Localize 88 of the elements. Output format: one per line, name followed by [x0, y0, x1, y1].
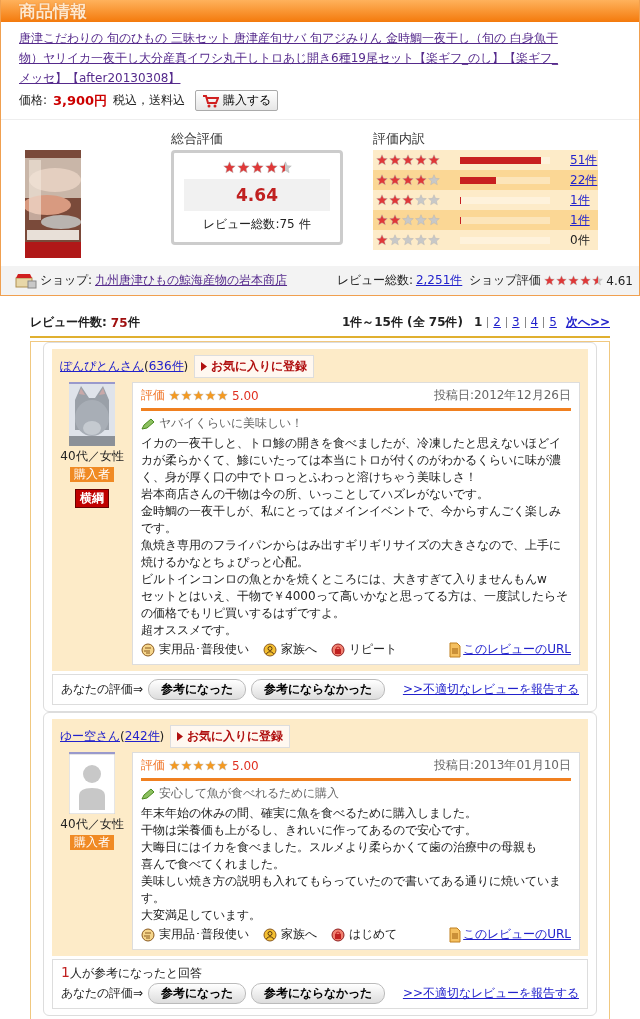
- price-note: 税込，送料込: [113, 92, 186, 109]
- vote-button[interactable]: 参考になった: [148, 679, 247, 700]
- play-icon: [177, 732, 184, 741]
- review-total: レビュー総数:75 件: [203, 216, 311, 233]
- review-count-link[interactable]: 242件: [124, 728, 160, 745]
- product-link[interactable]: 唐津こだわりの 旬のひもの 三昧セット 唐津産旬サバ 旬アジみりん 金時鯛一夜干し（旬の 白身魚干物）ヤリイカ一夜干し大分産真イワシ丸干しトロあじ開き6種19尾セット【楽ギフ_のし】【楽ギフ_メッセ】【after20130308】: [19, 28, 559, 88]
- helpful-count: 1人が参考になったと回答: [61, 964, 203, 982]
- page-link[interactable]: 3: [505, 317, 525, 328]
- review-body: イカの一夜干しと、トロ鯵の開きを食べましたが、冷凍したと思えないほどイカが柔らかくて、鯵にいたっては本当にトロが付くのがわかるくらいに味が濃く、身が厚く口の中でトロっとふわっと溶けちゃう美味しさ！ 岩本商店さんの干物は今の所、いっことしてハズレがないです。 金時鯛の一夜干しが、私にとってはメインイベントで、今からすんごく楽しみです。 魚焼き専用のフライパンからはみ出すギリギリサイズの大きさなので、上手に焼けるかなとちょぴっと心配。 ビルトインコンロの魚とかを焼くところには、大きすぎて入りませんもんw セットとはいえ、干物で￥4000って高いかなと思ってる方は、一度試したらその価格でもリピ買いするはずですよ。 超オススメです。: [141, 435, 569, 639]
- vote-button[interactable]: 参考にならなかった: [251, 679, 386, 700]
- purpose-tag: 家族へ: [281, 641, 317, 658]
- parenthesis: (: [144, 359, 149, 374]
- count-link[interactable]: 1件: [570, 211, 590, 229]
- reviewer-demographic: 40代／女性: [60, 816, 124, 833]
- shop-link[interactable]: 九州唐津ひもの鯨海産物の岩本商店: [95, 272, 288, 289]
- document-icon: [449, 641, 462, 658]
- review-body: 年末年始の休みの間、確実に魚を食べるために購入しました。 干物は栄養価も上がるし、きれいに作ってあるので安心です。 大晦日にはイカを食べました。スルメより柔らかくて歯の治療中の母親も 喜んで食べてくれました。 美味しい焼き方の説明も入れてもらっていたので書いてある通りに焼いています。 大変満足しています。: [141, 805, 562, 924]
- favorite-button[interactable]: お気に入りに登録: [170, 725, 291, 748]
- hand-icon: [141, 642, 155, 657]
- favorite-button[interactable]: お気に入りに登録: [194, 355, 315, 378]
- count-link[interactable]: 51件: [570, 151, 598, 169]
- post-date: 投稿日:2012年12月26日: [433, 387, 571, 404]
- purpose-tag: リピート: [349, 641, 397, 658]
- count-link[interactable]: 1件: [570, 191, 590, 209]
- play-icon: [201, 362, 208, 371]
- reviewer-demographic: 40代／女性: [60, 448, 124, 465]
- hand-icon: [141, 927, 155, 942]
- purpose-tag: はじめて: [349, 926, 397, 943]
- vote-label: あなたの評価⇒: [61, 681, 144, 698]
- count-link[interactable]: 22件: [570, 171, 598, 189]
- basket-icon: [331, 927, 345, 942]
- review-count-unit: 件: [127, 314, 140, 331]
- page-link[interactable]: 4: [524, 317, 544, 328]
- shop-icon: [15, 272, 37, 289]
- reviewer-link[interactable]: ぽんぴとんさん: [60, 358, 144, 375]
- shop-score: 4.61: [606, 273, 633, 288]
- shop-label: ショップ:: [40, 272, 93, 289]
- review-title: ヤバイくらいに美味しい！: [159, 415, 303, 432]
- shop-reviews-link[interactable]: 2,251件: [415, 272, 463, 289]
- review-url-link[interactable]: このレビューのURL: [463, 641, 571, 658]
- parenthesis: (: [120, 729, 125, 744]
- reviewer-link[interactable]: ゆー空さん: [60, 728, 120, 745]
- report-link[interactable]: >>不適切なレビューを報告する: [402, 681, 579, 698]
- section-header: 商品情報: [1, 0, 639, 22]
- next-page-link[interactable]: 次へ>>: [565, 314, 610, 331]
- breakdown-heading: 評価内訳: [373, 130, 426, 148]
- purpose-tag: 家族へ: [281, 926, 317, 943]
- page-link[interactable]: 5: [543, 317, 562, 328]
- review-url-link[interactable]: このレビューのURL: [463, 926, 571, 943]
- vote-button[interactable]: 参考にならなかった: [251, 983, 386, 1004]
- pencil-icon: [141, 787, 155, 800]
- report-link[interactable]: >>不適切なレビューを報告する: [402, 985, 579, 1002]
- current-page: 1: [472, 317, 484, 328]
- review-count-link[interactable]: 636件: [148, 358, 184, 375]
- price-value: 3,900円: [53, 91, 108, 110]
- pencil-icon: [141, 417, 155, 430]
- reviewer-badge: 購入者: [70, 835, 114, 850]
- purpose-tag: 実用品･普段使い: [159, 926, 249, 943]
- basket-icon: [331, 642, 345, 657]
- buy-button[interactable]: 購入する: [195, 90, 279, 111]
- document-icon: [449, 926, 462, 943]
- review-title: 安心して魚が食べれるために購入: [159, 785, 339, 802]
- cart-icon: [202, 93, 220, 108]
- parenthesis: ): [183, 359, 189, 374]
- rating-score: 5.00: [232, 388, 259, 403]
- vote-label: あなたの評価⇒: [61, 985, 144, 1002]
- shop-rating-label: ショップ評価: [469, 272, 542, 289]
- rating-label: 評価: [141, 757, 165, 774]
- page-link[interactable]: 2: [487, 317, 506, 328]
- rating-label: 評価: [141, 387, 165, 404]
- overall-heading: 総合評価: [171, 130, 224, 148]
- average-score: 4.64: [184, 179, 330, 211]
- reviewer-badge: 購入者: [70, 467, 114, 482]
- person-icon: [263, 927, 277, 942]
- page-range: 1件～15件 (全 75件): [341, 314, 463, 331]
- rating-score: 5.00: [232, 758, 259, 773]
- reviewer-badge: 横綱: [75, 489, 109, 508]
- post-date: 投稿日:2013年01月10日: [433, 757, 571, 774]
- shop-reviews-label: レビュー総数:: [336, 272, 413, 289]
- review-count: 75: [110, 315, 128, 330]
- avatar-icon: [69, 752, 115, 814]
- person-icon: [263, 642, 277, 657]
- price-label: 価格:: [19, 92, 48, 109]
- parenthesis: ): [159, 729, 165, 744]
- count-text: 0件: [570, 231, 590, 249]
- review-count-label: レビュー件数:: [30, 314, 107, 331]
- vote-button[interactable]: 参考になった: [148, 983, 247, 1004]
- purpose-tag: 実用品･普段使い: [159, 641, 249, 658]
